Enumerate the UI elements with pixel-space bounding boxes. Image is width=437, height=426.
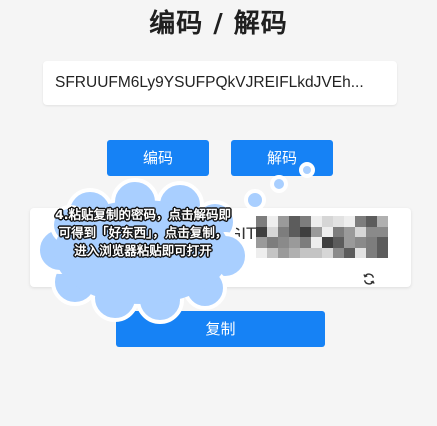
mosaic-tile (355, 226, 366, 237)
mosaic-tile (278, 226, 289, 237)
mosaic-tile (289, 237, 300, 248)
mosaic-tile (256, 216, 267, 227)
page-title: 编码 / 解码 (149, 9, 288, 39)
mosaic-tile (300, 237, 311, 248)
mosaic-tile (366, 226, 377, 237)
mosaic-tile (377, 237, 388, 248)
mosaic-tile (278, 237, 289, 248)
mosaic-tile (278, 247, 289, 258)
mosaic-tile (256, 237, 267, 248)
mosaic-tile (333, 247, 344, 258)
mosaic-tile (344, 247, 355, 258)
mosaic-tile (366, 216, 377, 227)
mosaic-tile (366, 247, 377, 258)
mosaic-tile (322, 237, 333, 248)
mosaic-tile (366, 237, 377, 248)
mosaic-tile (300, 216, 311, 227)
decoded-text: GIT (228, 224, 257, 243)
encode-button[interactable]: 编码 (107, 140, 209, 176)
decoded-output[interactable]: GIT (30, 208, 411, 287)
mosaic-tile (333, 237, 344, 248)
mosaic-tile (256, 247, 267, 258)
censored-mosaic (256, 216, 388, 258)
mosaic-tile (300, 247, 311, 258)
mosaic-tile (333, 226, 344, 237)
mosaic-tile (355, 237, 366, 248)
encoded-input[interactable]: SFRUUFM6Ly9YSUFPQkVJREIFLkdJVEh... (43, 61, 397, 105)
mosaic-tile (355, 247, 366, 258)
mosaic-tile (311, 237, 322, 248)
decode-button[interactable]: 解码 (231, 140, 333, 176)
refresh-icon[interactable] (362, 272, 376, 286)
mosaic-tile (377, 226, 388, 237)
mosaic-tile (311, 226, 322, 237)
mosaic-tile (267, 247, 278, 258)
mosaic-tile (377, 216, 388, 227)
mosaic-tile (355, 216, 366, 227)
mosaic-tile (322, 247, 333, 258)
mosaic-tile (322, 226, 333, 237)
mosaic-tile (311, 247, 322, 258)
mosaic-tile (289, 247, 300, 258)
mosaic-tile (333, 216, 344, 227)
mosaic-tile (377, 247, 388, 258)
mosaic-tile (322, 216, 333, 227)
mosaic-tile (278, 216, 289, 227)
mosaic-tile (344, 226, 355, 237)
mosaic-tile (311, 216, 322, 227)
mosaic-tile (267, 216, 278, 227)
mosaic-tile (289, 216, 300, 227)
mosaic-tile (300, 226, 311, 237)
mosaic-tile (344, 216, 355, 227)
mosaic-tile (256, 226, 267, 237)
mosaic-tile (289, 226, 300, 237)
mosaic-tile (267, 237, 278, 248)
mosaic-tile (267, 226, 278, 237)
copy-button[interactable]: 复制 (116, 311, 325, 347)
mosaic-tile (344, 237, 355, 248)
